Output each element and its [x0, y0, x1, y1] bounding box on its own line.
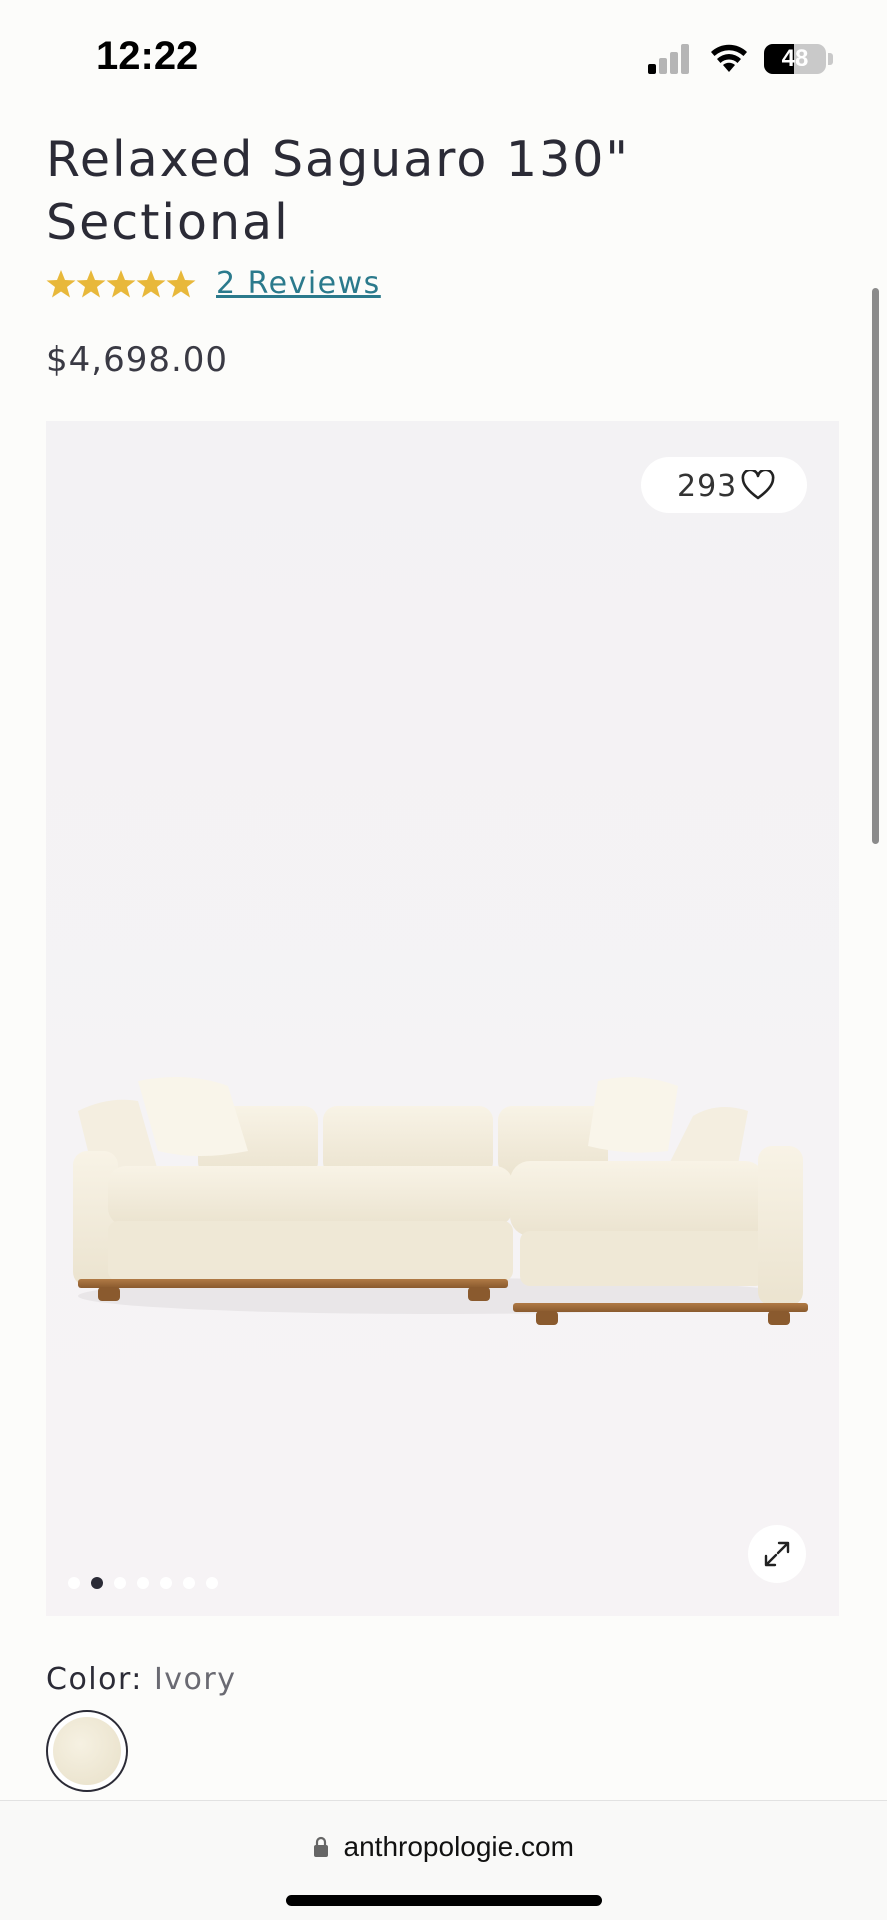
gallery-pagination-dots[interactable] [68, 1577, 229, 1591]
expand-image-button[interactable] [748, 1525, 806, 1583]
home-indicator[interactable] [286, 1895, 602, 1906]
browser-address-bar[interactable]: anthropologie.com [0, 1800, 887, 1920]
color-label-text: Color: [46, 1662, 143, 1697]
pagination-dot[interactable] [91, 1577, 103, 1589]
pagination-dot[interactable] [68, 1577, 80, 1589]
sofa-product-image [73, 1077, 808, 1325]
battery-icon: 48 [764, 44, 826, 74]
pagination-dot[interactable] [160, 1577, 172, 1589]
star-icon [46, 270, 76, 298]
star-icon [136, 270, 166, 298]
battery-nub [828, 53, 833, 65]
lock-icon [314, 1836, 329, 1857]
star-rating [46, 264, 196, 304]
reviews-link[interactable]: 2 Reviews [216, 266, 381, 301]
wifi-icon [711, 44, 747, 72]
url-text: anthropologie.com [343, 1831, 574, 1862]
url-display[interactable]: anthropologie.com [0, 1831, 887, 1871]
star-icon [106, 270, 136, 298]
status-bar: 12:22 48 [0, 0, 887, 110]
swatch-fabric [53, 1717, 121, 1785]
cellular-signal-icon [648, 44, 692, 74]
heart-icon [741, 470, 775, 500]
battery-level: 48 [781, 45, 809, 72]
product-title: Relaxed Saguaro 130" Sectional [46, 131, 630, 251]
color-value: Ivory [153, 1662, 237, 1697]
likes-count: 293 [677, 469, 738, 504]
favorite-button[interactable]: 293 [641, 457, 807, 513]
product-image-gallery[interactable]: 293 [46, 421, 839, 1616]
star-icon [76, 270, 106, 298]
status-time: 12:22 [96, 34, 199, 78]
product-price: $4,698.00 [46, 340, 229, 380]
page-scrollbar[interactable] [872, 288, 879, 844]
color-swatch-ivory[interactable] [46, 1710, 128, 1792]
expand-icon [764, 1541, 790, 1567]
pagination-dot[interactable] [206, 1577, 218, 1589]
color-label: Color: Ivory [46, 1662, 237, 1697]
pagination-dot[interactable] [137, 1577, 149, 1589]
pagination-dot[interactable] [183, 1577, 195, 1589]
pagination-dot[interactable] [114, 1577, 126, 1589]
star-icon [166, 270, 196, 298]
